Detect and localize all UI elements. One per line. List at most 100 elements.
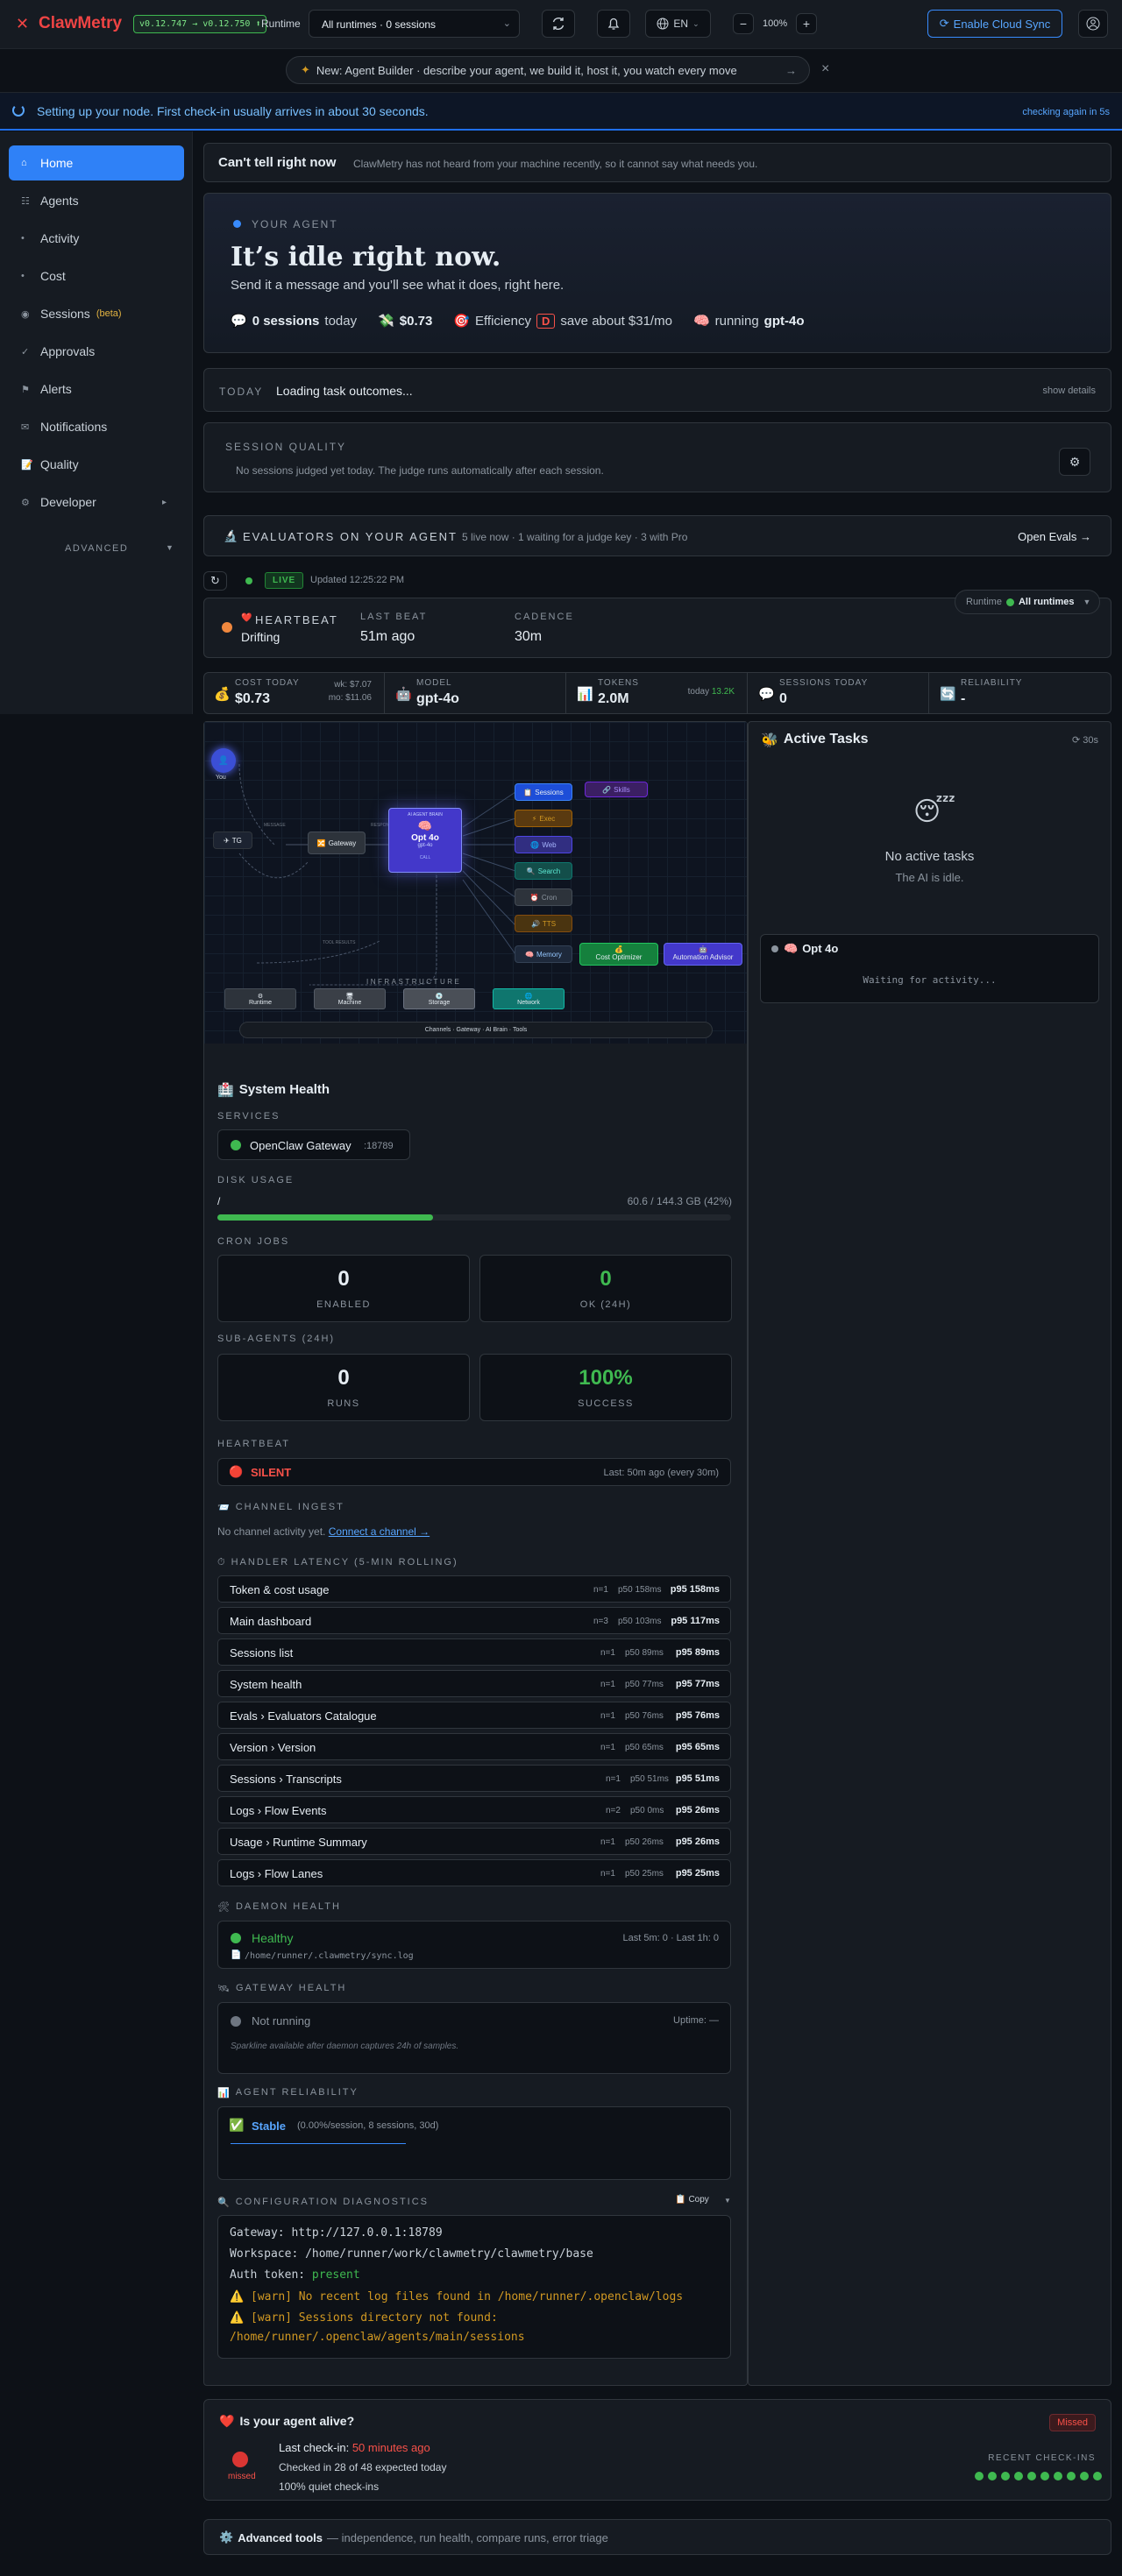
cfg-warning-sessions-path: /home/runner/.openclaw/agents/main/sessi… [230, 2331, 525, 2344]
service-gateway[interactable]: OpenClaw Gateway :18789 [217, 1129, 410, 1160]
sidebar-item-activity[interactable]: • Activity [9, 221, 184, 256]
tool-skills-node[interactable]: 🔗 Skills [585, 782, 648, 797]
collapse-toggle-icon[interactable]: ▼ [724, 2197, 731, 2204]
ai-brain-node[interactable]: AI AGENT BRAIN 🧠 Opt 4o gpt-4o CALL [388, 808, 462, 873]
infra-storage-node[interactable]: 💿 Storage [403, 988, 475, 1009]
chevron-down-icon[interactable]: ▼ [166, 543, 174, 552]
active-tasks-header: 🐝 Active Tasks [761, 732, 869, 749]
tokens-stat[interactable]: 📊 TOKENS 2.0M today 13.2K [566, 672, 748, 714]
user-node-icon[interactable]: 👤 [211, 748, 236, 773]
sidebar-item-developer[interactable]: ⚙ Developer ▸ [9, 485, 184, 520]
check-in-dot [1040, 2472, 1049, 2480]
cost-today-stat[interactable]: 💰 COST TODAY $0.73 wk: $7.07 mo: $11.06 [203, 672, 385, 714]
advanced-tools-card[interactable]: ⚙️ Advanced tools — independence, run heal… [203, 2519, 1111, 2555]
cadence-value: 30m [515, 629, 543, 644]
model-stat[interactable]: 🤖 MODEL gpt-4o [385, 672, 566, 714]
tool-exec-node[interactable]: ⚡ Exec [515, 810, 572, 827]
latency-row: Evals › Evaluators Catalogue n=1 p50 76ms p… [217, 1702, 731, 1729]
brain-caption: AI AGENT BRAIN [408, 812, 443, 817]
sidebar-item-approvals[interactable]: ✓ Approvals [9, 334, 184, 369]
chevron-right-icon: ▸ [161, 497, 167, 507]
heartbeat-section-label: HEARTBEAT [217, 1439, 290, 1449]
connect-channel-link[interactable]: Connect a channel → [329, 1525, 430, 1538]
sidebar-item-sessions[interactable]: ◉ Sessions (beta) [9, 296, 184, 331]
tool-sessions-node[interactable]: 📋 Sessions [515, 783, 572, 801]
automation-advisor-node[interactable]: 🤖 Automation Advisor [664, 943, 742, 966]
sidebar-item-alerts[interactable]: ⚑ Alerts [9, 372, 184, 407]
agents-icon: ☷ [21, 195, 30, 207]
zoom-out-button[interactable]: − [733, 13, 754, 34]
disk-usage-bar [217, 1214, 731, 1221]
agent-builder-announcement[interactable]: ✦ New: Agent Builder · describe your age… [286, 56, 810, 84]
auto-refresh-toggle[interactable]: ⟳ 30s [1072, 734, 1098, 746]
zoom-in-button[interactable]: + [796, 13, 817, 34]
copy-config-button[interactable]: 📋 Copy [675, 2195, 709, 2204]
tool-web-node[interactable]: 🌐 Web [515, 836, 572, 853]
sidebar-item-quality[interactable]: 📝 Quality [9, 447, 184, 482]
sessions-today-count: 0 sessions [252, 313, 320, 329]
advanced-tools-desc: — independence, run health, compare runs… [326, 2530, 608, 2544]
gateway-health-label: GATEWAY HEALTH [235, 1983, 347, 1993]
sub-agents-success-card: 100% SUCCESS [479, 1354, 732, 1421]
gateway-node[interactable]: 🔀 Gateway [308, 832, 366, 854]
infra-runtime-node[interactable]: ⚙ Runtime [224, 988, 296, 1009]
tool-cron-node[interactable]: ⏰ Cron [515, 888, 572, 906]
arrow-right-icon: → [785, 64, 797, 77]
sessions-today-stat[interactable]: 💬 SESSIONS TODAY 0 [748, 672, 929, 714]
flag-icon: ⚑ [21, 384, 30, 395]
sessions-today-value: 0 [779, 691, 787, 706]
efficiency-grade-badge[interactable]: D [536, 313, 556, 329]
reliability-meta: (0.00%/session, 8 sessions, 30d) [297, 2120, 439, 2131]
user-node-label: You [216, 775, 226, 781]
sidebar-item-notifications[interactable]: ✉ Notifications [9, 409, 184, 444]
sub-agents-runs: 0 [337, 1366, 350, 1390]
sub-agents-runs-card: 0 RUNS [217, 1354, 470, 1421]
cost-optimizer-node[interactable]: 💰 Cost Optimizer [579, 943, 658, 966]
close-announcement-button[interactable]: × [821, 61, 829, 77]
runtime-select[interactable]: All runtimes · 0 sessions ⌄ [309, 10, 520, 38]
tool-memory-node[interactable]: 🧠 Memory [515, 945, 572, 963]
infra-network-node[interactable]: 🌐 Network [493, 988, 565, 1009]
app-logo[interactable]: ClawMetry [39, 14, 122, 33]
missed-label: missed [228, 2472, 256, 2481]
sidebar-item-home[interactable]: ⌂ Home [9, 145, 184, 180]
runtime-filter-pill[interactable]: Runtime All runtimes ▼ [955, 590, 1100, 614]
sidebar-item-agents[interactable]: ☷ Agents [9, 183, 184, 218]
tokens-value: 2.0M [598, 691, 629, 706]
speech-bubble-icon: 💬 [758, 687, 775, 702]
advanced-section-toggle[interactable]: ADVANCED [65, 543, 128, 554]
sessions-today-suffix: today [324, 313, 358, 329]
sidebar-item-cost[interactable]: • Cost [9, 258, 184, 294]
reliability-stat[interactable]: 🔄 RELIABILITY - [929, 672, 1111, 714]
user-menu-button[interactable] [1078, 10, 1108, 38]
latency-count: n=2 [606, 1806, 621, 1815]
check-in-dot [1080, 2472, 1089, 2480]
language-button[interactable]: EN ⌄ [645, 10, 711, 38]
agent-activity-card[interactable]: 🧠 Opt 4o Waiting for activity... [760, 934, 1099, 1003]
refresh-button[interactable] [542, 10, 575, 38]
disk-icon: 💿 [435, 993, 444, 1000]
tool-search-node[interactable]: 🔍 Search [515, 862, 572, 880]
tool-tts-node[interactable]: 🔊 TTS [515, 915, 572, 932]
agent-reliability-label: AGENT RELIABILITY [235, 2087, 359, 2098]
infra-machine-node[interactable]: 🖥 Machine [314, 988, 386, 1009]
latency-count: n=1 [600, 1711, 615, 1721]
check-in-dot [975, 2472, 984, 2480]
quality-settings-button[interactable]: ⚙ [1059, 448, 1090, 476]
notifications-button[interactable] [597, 10, 630, 38]
refresh-button[interactable]: ↻ [203, 571, 227, 591]
today-card: TODAY Loading task outcomes... show deta… [203, 368, 1111, 412]
enable-cloud-sync-button[interactable]: ⟳ Enable Cloud Sync [927, 10, 1062, 38]
agent-model: gpt-4o [763, 313, 805, 329]
latency-name: Sessions › Transcripts [230, 1773, 342, 1786]
open-evals-link[interactable]: Open Evals → [1018, 530, 1091, 543]
telegram-node[interactable]: ✈ TG [213, 832, 252, 849]
agent-reliability-card: ✅ Stable (0.00%/session, 8 sessions, 30d… [217, 2106, 731, 2180]
daemon-health-header: 🛠 DAEMON HEALTH [217, 1901, 341, 1913]
channel-ingest-label: CHANNEL INGEST [235, 1502, 344, 1512]
version-badge[interactable]: v0.12.747 → v0.12.750 ⬆ [133, 15, 267, 33]
envelope-icon: 📨 [217, 1503, 231, 1513]
check-in-dot [1067, 2472, 1076, 2480]
show-details-link[interactable]: show details [1042, 386, 1096, 396]
infra-label: Network [517, 999, 540, 1006]
